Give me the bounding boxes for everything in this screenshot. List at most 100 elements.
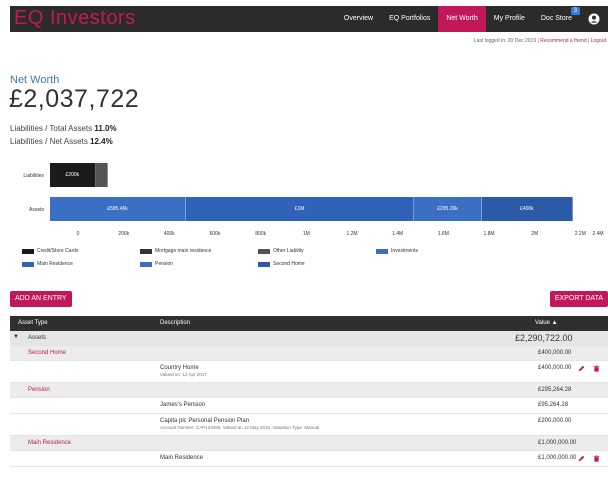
x-tick-label: 2M — [531, 231, 539, 237]
category-row[interactable]: Pension £295,264.28 — [10, 383, 608, 398]
last-logged-in-bar: Last logged in: 20 Dec 2019 | Recommend … — [474, 38, 606, 44]
table-body: Second Home £400,000.00 Country Home Valued… — [10, 346, 608, 467]
table-row: Capita plc Personal Pension Plan Account … — [10, 414, 608, 436]
ratio2-label: Liabilities / Net Assets — [10, 137, 88, 146]
category-value: £295,264.28 — [538, 387, 572, 393]
caret-down-icon[interactable]: ▼ — [13, 334, 19, 340]
x-tick-label: 800k — [255, 231, 267, 237]
legend-swatch — [258, 248, 270, 254]
bar-credit-store-cards[interactable]: £200k — [50, 163, 96, 187]
row-label-assets: Assets — [28, 207, 44, 213]
net-worth-value: £2,037,722 — [9, 85, 140, 113]
edit-pencil-icon[interactable] — [578, 365, 585, 372]
header-asset-type[interactable]: Asset Type — [18, 320, 48, 326]
item-title: James's Pension — [160, 402, 206, 408]
legend-item[interactable]: Second Home — [258, 261, 305, 267]
legend-label: Other Liability — [273, 248, 304, 254]
x-tick-label: 1.2M — [346, 231, 358, 237]
edit-pencil-icon[interactable] — [578, 455, 585, 462]
category-value: £400,000.00 — [538, 350, 572, 356]
nav-doc-store[interactable]: Doc Store 3 — [533, 6, 580, 32]
row-actions — [578, 365, 600, 372]
add-entry-button[interactable]: ADD AN ENTRY — [10, 291, 72, 307]
category-row[interactable]: Main Residence £1,000,000.00 — [10, 436, 608, 451]
item-description: James's Pension — [160, 402, 205, 409]
liabilities-total-assets: Liabilities / Total Assets 11.0% — [10, 124, 117, 133]
legend-label: Second Home — [273, 261, 305, 267]
ratio1-label: Liabilities / Total Assets — [10, 124, 93, 133]
assets-table: Asset Type Description Value ▲ ▼ Assets … — [10, 316, 608, 467]
bar-pension[interactable]: £595.46k — [50, 197, 186, 221]
legend-label: Pension — [155, 261, 174, 267]
liabilities-net-assets: Liabilities / Net Assets 12.4% — [10, 137, 113, 146]
item-title: Main Residence — [160, 455, 204, 461]
category-name: Main Residence — [28, 440, 72, 446]
item-value: £200,000.00 — [538, 418, 572, 424]
nav-eq-portfolios[interactable]: EQ Portfolios — [381, 6, 438, 32]
legend-label: Mortgage main residence — [155, 248, 212, 254]
last-logged-in-text: Last logged in: 20 Dec 2019 | — [473, 38, 539, 44]
doc-store-label: Doc Store — [540, 15, 572, 22]
export-data-button[interactable]: EXPORT DATA — [549, 291, 608, 307]
legend-label: Credit/Store Cards — [37, 248, 79, 254]
header-value[interactable]: Value ▲ — [535, 320, 558, 326]
item-value: £400,000.00 — [538, 365, 572, 371]
x-tick-label: 2.2M — [574, 231, 586, 237]
assets-group-label: Assets — [28, 335, 47, 341]
bar-other-liability[interactable] — [95, 163, 108, 187]
table-row: Country Home Valued on: 12 Apr 2017 £400,0… — [10, 361, 608, 383]
category-value: £1,000,000.00 — [538, 440, 577, 446]
nav-my-profile[interactable]: My Profile — [486, 6, 533, 32]
row-actions — [578, 455, 600, 462]
item-detail: Account Number: CAP123456, Valued at: 12… — [160, 425, 320, 430]
category-name: Pension — [28, 387, 50, 393]
legend-swatch — [140, 261, 152, 267]
row-label-liabilities: Liabilities — [23, 173, 44, 179]
ratio1-value: 11.0% — [94, 124, 117, 133]
bar-main-residence[interactable]: £1M — [185, 197, 415, 221]
legend-item[interactable]: Other Liability — [258, 248, 304, 254]
legend-item[interactable]: Pension — [140, 261, 173, 267]
bar-investments[interactable]: £295.26k — [414, 197, 482, 221]
eq-investors-logo[interactable]: EQ Investors — [14, 7, 136, 30]
legend-swatch — [140, 248, 152, 254]
item-description: Main Residence — [160, 455, 203, 462]
nav-net-worth[interactable]: Net Worth — [438, 6, 486, 32]
item-description: Country Home Valued on: 12 Apr 2017 — [160, 365, 207, 377]
x-tick-label: 400k — [163, 231, 175, 237]
legend-swatch — [376, 248, 388, 254]
item-value: £1,000,000.00 — [538, 455, 577, 461]
legend-label: Main Residence — [37, 261, 73, 267]
x-tick-label: 200k — [118, 231, 130, 237]
legend-item[interactable]: Investments — [376, 248, 418, 254]
category-row[interactable]: Second Home £400,000.00 — [10, 346, 608, 361]
delete-trash-icon[interactable] — [593, 365, 600, 372]
legend-swatch — [22, 248, 34, 254]
delete-trash-icon[interactable] — [593, 455, 600, 462]
item-description: Capita plc Personal Pension Plan Account … — [160, 418, 319, 430]
x-tick-label: 1.4M — [392, 231, 404, 237]
assets-group-total: £2,290,722.00 — [515, 333, 573, 343]
header-description[interactable]: Description — [160, 320, 190, 326]
table-header: Asset Type Description Value ▲ — [10, 316, 608, 331]
recommend-friend-link[interactable]: Recommend a friend — [540, 38, 586, 44]
item-value: £95,264.28 — [538, 402, 569, 408]
legend-label: Investments — [391, 248, 418, 254]
legend-item[interactable]: Credit/Store Cards — [22, 248, 78, 254]
category-name: Second Home — [28, 350, 67, 356]
nav-overview[interactable]: Overview — [336, 6, 381, 32]
doc-store-badge: 3 — [570, 7, 580, 15]
logout-link[interactable]: Logout — [591, 38, 606, 44]
user-account-icon[interactable] — [580, 6, 608, 32]
net-worth-bar-chart: Liabilities Assets £200k £595.46k £1M £295.… — [0, 155, 608, 275]
legend-item[interactable]: Mortgage main residence — [140, 248, 211, 254]
item-title: Capita plc Personal Pension Plan — [160, 418, 250, 424]
bar-second-home[interactable]: £400k — [481, 197, 574, 221]
legend-swatch — [258, 261, 270, 267]
item-title: Country Home — [160, 365, 199, 371]
assets-group-row[interactable]: ▼ Assets £2,290,722.00 — [10, 331, 608, 346]
table-row: Main Residence £1,000,000.00 — [10, 451, 608, 467]
x-tick-label: 1.6M — [437, 231, 449, 237]
legend-item[interactable]: Main Residence — [22, 261, 73, 267]
main-nav: Overview EQ Portfolios Net Worth My Prof… — [336, 6, 608, 32]
